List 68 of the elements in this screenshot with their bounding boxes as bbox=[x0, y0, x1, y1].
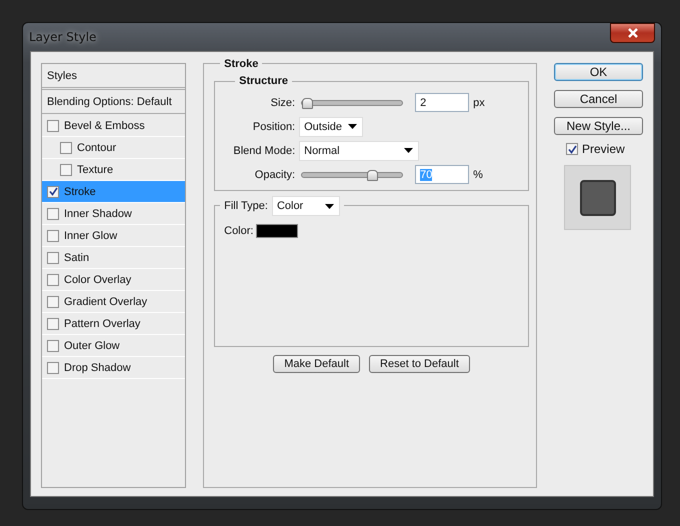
checkbox[interactable] bbox=[60, 164, 72, 176]
list-item[interactable]: Gradient Overlay bbox=[42, 291, 186, 313]
close-icon bbox=[626, 28, 638, 38]
action-button[interactable]: Cancel bbox=[554, 90, 643, 108]
checkbox[interactable] bbox=[60, 142, 72, 154]
item-label: Bevel & Emboss bbox=[64, 120, 145, 132]
checkbox[interactable] bbox=[47, 318, 59, 330]
item-label: Outer Glow bbox=[64, 340, 120, 352]
list-item[interactable]: Satin bbox=[42, 247, 186, 269]
checkbox[interactable] bbox=[47, 208, 59, 220]
checkbox[interactable] bbox=[47, 230, 59, 242]
panel-button[interactable]: Reset to Default bbox=[369, 355, 470, 373]
slider-thumb[interactable] bbox=[366, 170, 378, 180]
list-item[interactable]: Inner Shadow bbox=[42, 203, 186, 225]
square-icon bbox=[580, 180, 616, 216]
field-label: Opacity: bbox=[254, 168, 296, 180]
checkbox[interactable] bbox=[566, 143, 578, 155]
close-button[interactable] bbox=[610, 23, 655, 43]
caret-icon bbox=[404, 148, 414, 153]
action-button[interactable]: OK bbox=[554, 63, 643, 81]
list-item[interactable]: Stroke bbox=[42, 181, 186, 203]
color-swatch[interactable] bbox=[256, 224, 298, 238]
group-title: Stroke bbox=[220, 58, 262, 70]
item-label: Pattern Overlay bbox=[64, 318, 140, 330]
item-label: Drop Shadow bbox=[64, 362, 131, 374]
checkbox[interactable] bbox=[47, 296, 59, 308]
checkbox-label: Preview bbox=[582, 142, 625, 156]
checkbox[interactable] bbox=[47, 274, 59, 286]
group-title: Structure bbox=[235, 75, 292, 87]
list-item[interactable]: Inner Glow bbox=[42, 225, 186, 247]
window-title: Layer Style bbox=[29, 30, 96, 44]
list-item[interactable]: Blending Options: Default bbox=[42, 89, 186, 114]
blend-mode-dropdown[interactable]: Normal bbox=[299, 140, 420, 160]
list-item[interactable]: Drop Shadow bbox=[42, 357, 186, 379]
list-item[interactable]: Bevel & Emboss bbox=[42, 115, 186, 137]
checkbox[interactable] bbox=[47, 340, 59, 352]
item-label: Inner Shadow bbox=[64, 208, 132, 220]
field-label: Size: bbox=[270, 96, 296, 108]
item-label: Texture bbox=[77, 164, 114, 176]
item-label: Gradient Overlay bbox=[64, 296, 148, 308]
item-label: Contour bbox=[77, 142, 116, 154]
caret-icon bbox=[324, 204, 334, 208]
list-item[interactable]: Outer Glow bbox=[42, 335, 186, 357]
checkbox[interactable] bbox=[47, 252, 59, 264]
slider-thumb[interactable] bbox=[302, 98, 314, 108]
list-item[interactable]: Pattern Overlay bbox=[42, 313, 186, 335]
panel-button[interactable]: Make Default bbox=[273, 355, 360, 373]
unit-label: px bbox=[473, 96, 485, 108]
caret-icon bbox=[348, 124, 358, 129]
action-button[interactable]: New Style... bbox=[554, 117, 643, 135]
list-item[interactable]: Contour bbox=[42, 137, 186, 159]
checkbox[interactable] bbox=[47, 362, 59, 374]
item-label: Color Overlay bbox=[64, 274, 132, 286]
list-header: Styles bbox=[42, 64, 186, 88]
unit-label: % bbox=[473, 168, 483, 180]
list-item[interactable]: Color Overlay bbox=[42, 269, 186, 291]
item-label: Inner Glow bbox=[64, 230, 118, 242]
field-label: Color: bbox=[224, 225, 254, 237]
fill-type-dropdown[interactable]: Color bbox=[272, 196, 340, 216]
item-label: Satin bbox=[64, 252, 90, 264]
checkbox[interactable] bbox=[47, 120, 59, 132]
field-label: Position: bbox=[252, 120, 296, 132]
checkbox[interactable] bbox=[47, 186, 59, 198]
field-label: Blend Mode: bbox=[232, 144, 296, 156]
item-label: Stroke bbox=[64, 186, 96, 198]
position-dropdown[interactable]: Outside bbox=[299, 116, 364, 136]
field-label: Fill Type: bbox=[224, 200, 268, 212]
size-field[interactable]: 2 bbox=[415, 93, 470, 112]
